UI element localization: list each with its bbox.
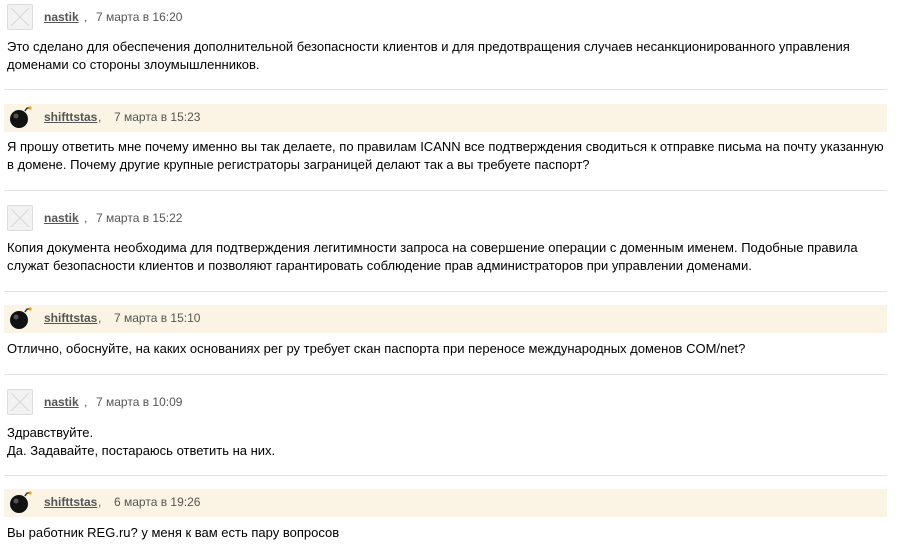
comment-text: Вы работник REG.ru? у меня к вам есть па… (7, 524, 887, 542)
comment-author-link[interactable]: shifttstas (44, 311, 97, 325)
comment-header: nastik, 7 марта в 15:22 (4, 205, 887, 233)
comment-time-link[interactable]: 7 марта в 15:10 (114, 311, 200, 325)
comment-text-line: служат безопасности клиентов и позволяют… (7, 258, 752, 273)
author-comma: , (98, 110, 102, 124)
comment-author-link[interactable]: nastik (44, 10, 79, 24)
comment-header: shifttstas, 7 марта в 15:10 (4, 305, 887, 333)
bomb-avatar-icon[interactable] (7, 489, 33, 515)
comment-text-line: Копия документа необходима для подтвержд… (7, 240, 858, 255)
comment-text-line: Да. Задавайте, постараюсь ответить на ни… (7, 443, 276, 458)
author-comma: , (98, 311, 102, 325)
author-comma: , (84, 395, 88, 409)
comment-time-link[interactable]: 7 марта в 10:09 (96, 395, 182, 409)
bomb-avatar-icon[interactable] (7, 104, 33, 130)
comment-text: Копия документа необходима для подтвержд… (7, 239, 887, 275)
comment-text-line: Это сделано для обеспечения дополнительн… (7, 39, 850, 54)
comment-time-link[interactable]: 6 марта в 19:26 (114, 495, 200, 509)
comment-header: shifttstas, 6 марта в 19:26 (4, 489, 887, 517)
author-comma: , (84, 211, 88, 225)
comment-header: nastik, 7 марта в 10:09 (4, 389, 887, 417)
comment-divider (4, 475, 887, 476)
comment-text-line: Отлично, обоснуйте, на каких основаниях … (7, 341, 746, 356)
comment-divider (4, 89, 887, 90)
comment-header: shifttstas, 7 марта в 15:23 (4, 104, 887, 132)
comment-text: Отлично, обоснуйте, на каких основаниях … (7, 340, 887, 358)
comment-author-link[interactable]: nastik (44, 211, 79, 225)
author-comma: , (84, 10, 88, 24)
author-comma: , (98, 495, 102, 509)
default-avatar-icon[interactable] (7, 389, 33, 415)
comment-text: Это сделано для обеспечения дополнительн… (7, 38, 887, 74)
comment-divider (4, 291, 887, 292)
comment-text-line: доменами со стороны злоумышленников. (7, 57, 260, 72)
comment-text: Здравствуйте. Да. Задавайте, постараюсь … (7, 424, 887, 460)
comment-text: Я прошу ответить мне почему именно вы та… (7, 138, 887, 174)
comment-author-link[interactable]: shifttstas (44, 110, 97, 124)
comment-author-link[interactable]: shifttstas (44, 495, 97, 509)
default-avatar-icon[interactable] (7, 4, 33, 30)
comment-time-link[interactable]: 7 марта в 15:23 (114, 110, 200, 124)
comment-time-link[interactable]: 7 марта в 15:22 (96, 211, 182, 225)
comment-text-line: Вы работник REG.ru? у меня к вам есть па… (7, 525, 340, 540)
bomb-avatar-icon[interactable] (7, 305, 33, 331)
comment-text-line: Здравствуйте. (7, 425, 94, 440)
comment-header: nastik, 7 марта в 16:20 (4, 4, 887, 32)
comment-time-link[interactable]: 7 марта в 16:20 (96, 10, 182, 24)
comment-divider (4, 374, 887, 375)
comment-text-line: в домене. Почему другие крупные регистра… (7, 157, 590, 172)
comment-author-link[interactable]: nastik (44, 395, 79, 409)
default-avatar-icon[interactable] (7, 205, 33, 231)
comment-divider (4, 190, 887, 191)
comment-text-line: Я прошу ответить мне почему именно вы та… (7, 139, 884, 154)
